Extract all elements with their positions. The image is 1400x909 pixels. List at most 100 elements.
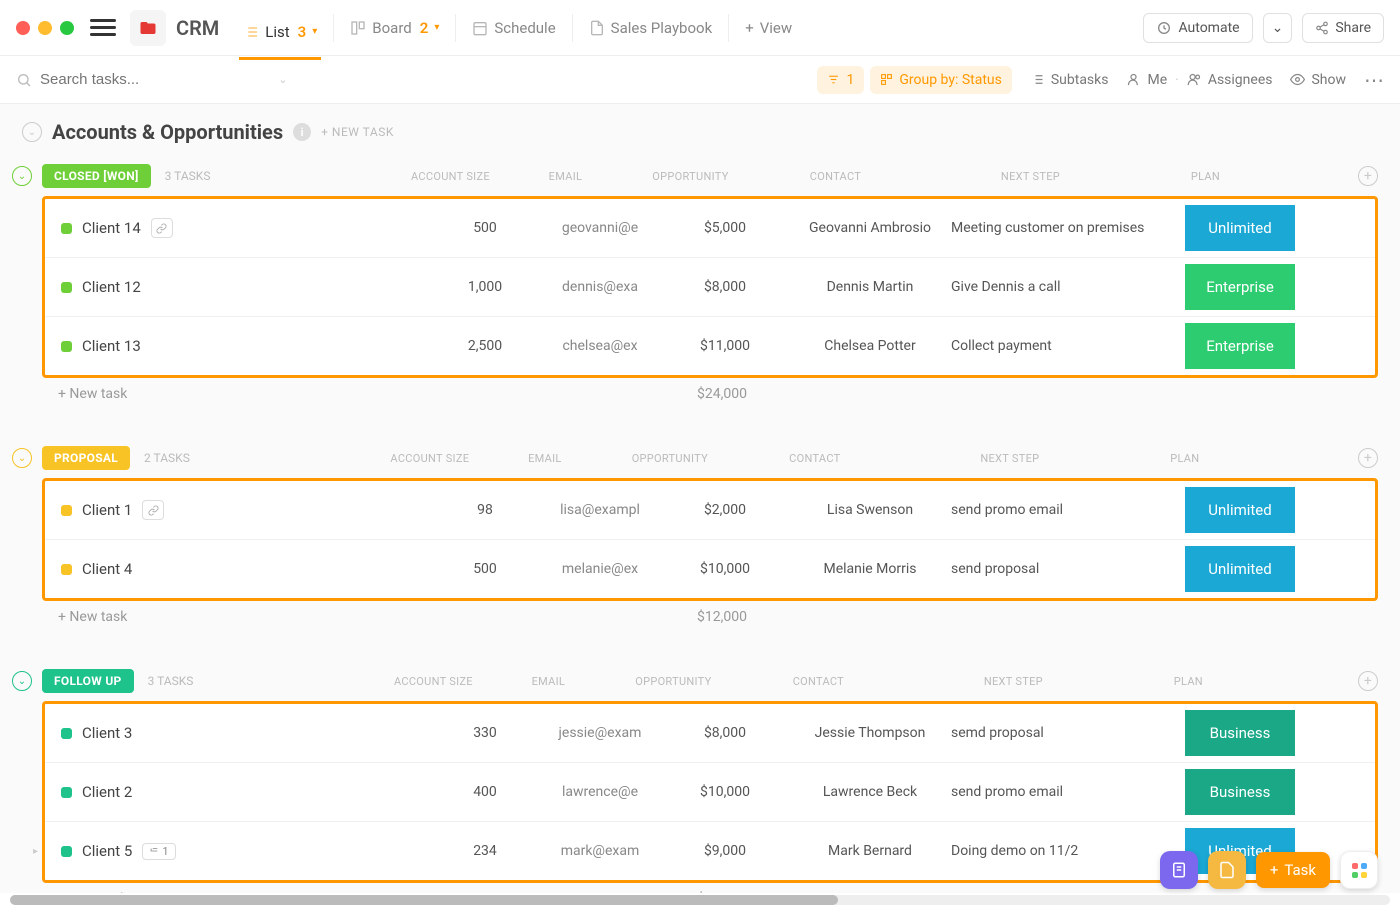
opportunity-cell[interactable]: $10,000 [655,561,795,577]
automate-button[interactable]: Automate [1143,13,1252,43]
new-task-link[interactable]: + NEW TASK [321,125,394,139]
new-task-row[interactable]: + New task [42,609,422,625]
contact-cell[interactable]: Geovanni Ambrosio [795,220,945,236]
status-chip[interactable]: FOLLOW UP [42,669,134,693]
collapse-group-icon[interactable]: ⌄ [12,671,32,691]
plan-tag[interactable]: Enterprise [1185,323,1295,369]
email-cell[interactable]: geovanni@e [545,220,655,236]
next-step-cell[interactable]: send promo email [945,502,1185,518]
me-button[interactable]: Me [1126,72,1167,88]
link-icon[interactable] [151,218,173,238]
account-size-cell[interactable]: 330 [425,725,545,741]
email-cell[interactable]: jessie@exam [545,725,655,741]
minimize-window-icon[interactable] [38,21,52,35]
collapse-all-icon[interactable]: ⌄ [22,122,42,142]
status-chip[interactable]: CLOSED [WON] [42,164,151,188]
filter-button[interactable]: 1 [817,66,864,94]
account-size-cell[interactable]: 500 [425,220,545,236]
opportunity-cell[interactable]: $8,000 [655,279,795,295]
tab-add-view[interactable]: + View [741,11,796,45]
collapse-group-icon[interactable]: ⌄ [12,166,32,186]
next-step-cell[interactable]: Doing demo on 11/2 [945,843,1185,859]
share-button[interactable]: Share [1302,13,1384,43]
next-step-cell[interactable]: Give Dennis a call [945,279,1185,295]
add-column-icon[interactable]: + [1358,671,1378,691]
tab-board[interactable]: Board 2 ▾ [346,11,443,45]
expand-icon[interactable]: ▸ [33,846,38,857]
status-square-icon[interactable] [61,564,72,575]
contact-cell[interactable]: Dennis Martin [795,279,945,295]
group-by-button[interactable]: Group by: Status [870,66,1011,94]
task-row[interactable]: Client 1 98 lisa@exampl $2,000 Lisa Swen… [45,481,1375,540]
subtask-badge[interactable]: 1 [142,843,175,860]
apps-fab[interactable] [1340,851,1378,889]
status-square-icon[interactable] [61,505,72,516]
more-icon[interactable]: ⋯ [1364,68,1384,92]
email-cell[interactable]: dennis@exa [545,279,655,295]
horizontal-scrollbar[interactable] [10,895,1390,905]
new-task-fab[interactable]: + Task [1256,852,1330,888]
plan-tag[interactable]: Unlimited [1185,546,1295,592]
task-row[interactable]: Client 4 500 melanie@ex $10,000 Melanie … [45,540,1375,598]
collapse-group-icon[interactable]: ⌄ [12,448,32,468]
opportunity-cell[interactable]: $10,000 [655,784,795,800]
email-cell[interactable]: melanie@ex [545,561,655,577]
plan-tag[interactable]: Enterprise [1185,264,1295,310]
account-size-cell[interactable]: 500 [425,561,545,577]
task-row[interactable]: Client 12 1,000 dennis@exa $8,000 Dennis… [45,258,1375,317]
search-input[interactable] [40,71,240,88]
next-step-cell[interactable]: semd proposal [945,725,1185,741]
maximize-window-icon[interactable] [60,21,74,35]
account-size-cell[interactable]: 98 [425,502,545,518]
opportunity-cell[interactable]: $2,000 [655,502,795,518]
plan-tag[interactable]: Unlimited [1185,487,1295,533]
tab-sales-playbook[interactable]: Sales Playbook [585,11,717,45]
tab-list[interactable]: List 3 ▾ [239,15,321,60]
automate-dropdown[interactable]: ⌄ [1263,13,1293,43]
status-square-icon[interactable] [61,787,72,798]
folder-icon[interactable] [130,10,166,46]
plan-tag[interactable]: Business [1185,769,1295,815]
chevron-down-icon[interactable]: ⌄ [278,73,287,86]
contact-cell[interactable]: Lisa Swenson [795,502,945,518]
email-cell[interactable]: mark@exam [545,843,655,859]
task-row[interactable]: Client 14 500 geovanni@e $5,000 Geovanni… [45,199,1375,258]
status-square-icon[interactable] [61,846,72,857]
doc-fab[interactable] [1208,851,1246,889]
new-task-row[interactable]: + New task [42,386,422,402]
account-size-cell[interactable]: 400 [425,784,545,800]
status-square-icon[interactable] [61,223,72,234]
account-size-cell[interactable]: 1,000 [425,279,545,295]
plan-tag[interactable]: Unlimited [1185,205,1295,251]
email-cell[interactable]: lawrence@e [545,784,655,800]
add-column-icon[interactable]: + [1358,166,1378,186]
menu-icon[interactable] [90,15,116,41]
plan-tag[interactable]: Business [1185,710,1295,756]
contact-cell[interactable]: Jessie Thompson [795,725,945,741]
next-step-cell[interactable]: send promo email [945,784,1185,800]
status-square-icon[interactable] [61,728,72,739]
show-button[interactable]: Show [1290,72,1346,88]
opportunity-cell[interactable]: $5,000 [655,220,795,236]
notepad-fab[interactable] [1160,851,1198,889]
next-step-cell[interactable]: Collect payment [945,338,1185,354]
opportunity-cell[interactable]: $9,000 [655,843,795,859]
opportunity-cell[interactable]: $8,000 [655,725,795,741]
next-step-cell[interactable]: send proposal [945,561,1185,577]
info-icon[interactable]: i [293,123,311,141]
task-row[interactable]: Client 2 400 lawrence@e $10,000 Lawrence… [45,763,1375,822]
account-size-cell[interactable]: 2,500 [425,338,545,354]
contact-cell[interactable]: Mark Bernard [795,843,945,859]
status-chip[interactable]: PROPOSAL [42,446,130,470]
assignees-button[interactable]: Assignees [1187,72,1273,88]
subtasks-button[interactable]: Subtasks [1030,72,1109,88]
status-square-icon[interactable] [61,341,72,352]
account-size-cell[interactable]: 234 [425,843,545,859]
link-icon[interactable] [142,500,164,520]
contact-cell[interactable]: Melanie Morris [795,561,945,577]
tab-schedule[interactable]: Schedule [468,11,559,45]
status-square-icon[interactable] [61,282,72,293]
new-task-row[interactable]: + New task [42,891,422,893]
task-row[interactable]: Client 13 2,500 chelsea@ex $11,000 Chels… [45,317,1375,375]
add-column-icon[interactable]: + [1358,448,1378,468]
